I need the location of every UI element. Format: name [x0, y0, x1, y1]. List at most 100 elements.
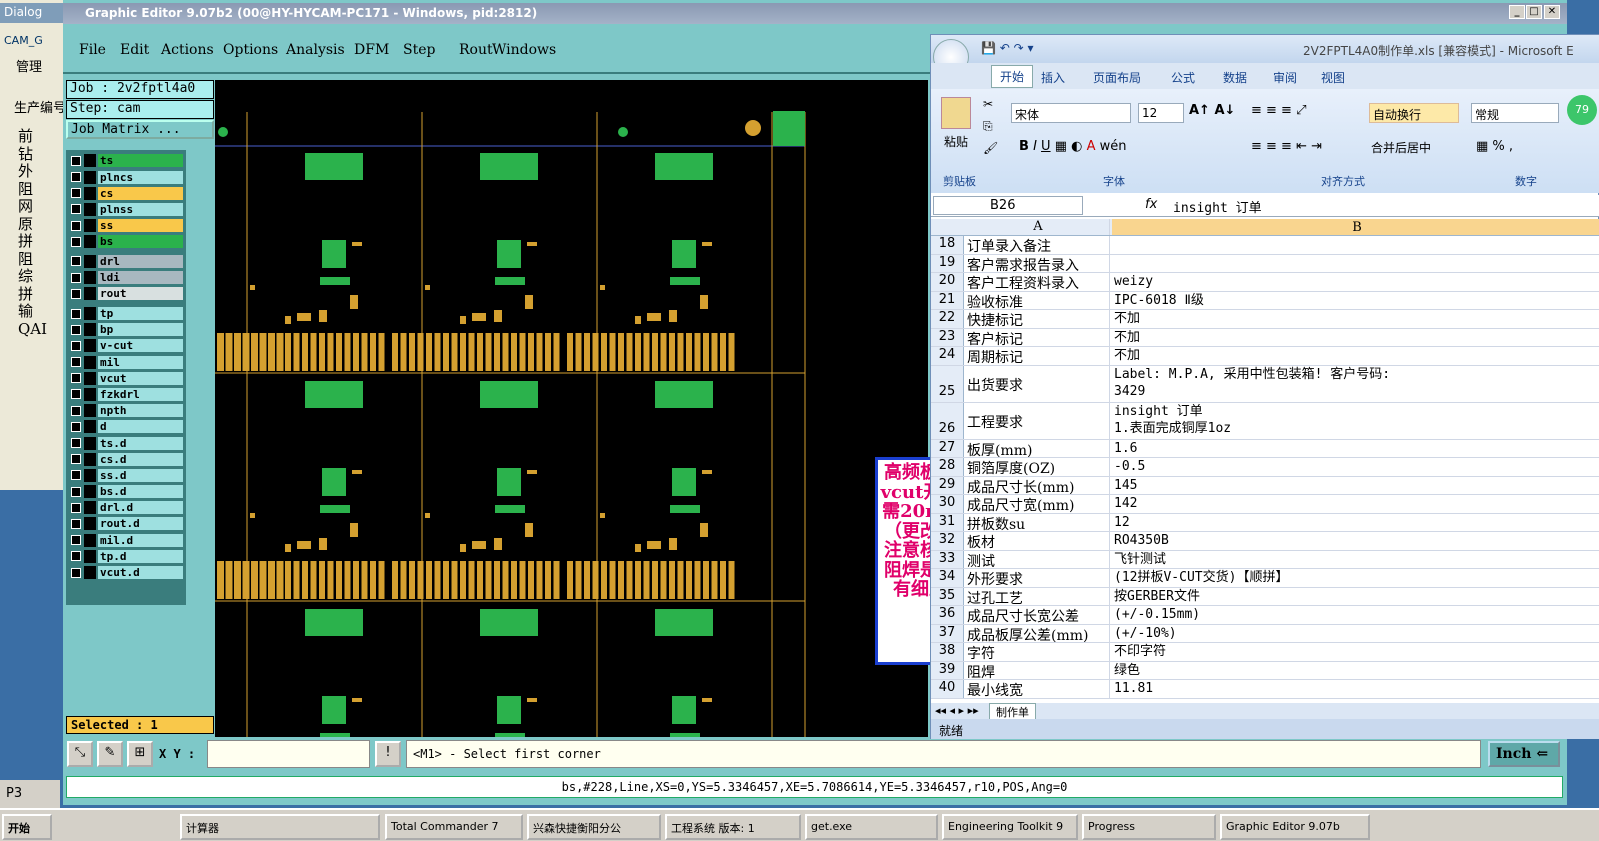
ribbon-tab[interactable]: 数据 — [1223, 69, 1247, 86]
row-number[interactable]: 22 — [931, 310, 964, 328]
cell-a[interactable]: 成品板厚公差(mm) — [966, 624, 1110, 642]
layer-checkbox[interactable] — [71, 518, 81, 529]
menu-rout[interactable]: Rout — [459, 42, 493, 58]
layer-row-ss.d[interactable]: ss.d — [69, 468, 183, 484]
layer-row-ss[interactable]: ss — [69, 218, 183, 234]
row-number[interactable]: 18 — [931, 236, 964, 254]
cell-a[interactable]: 成品尺寸长(mm) — [966, 476, 1110, 494]
layer-row-plncs[interactable]: plncs — [69, 169, 183, 185]
row-number[interactable]: 40 — [931, 680, 964, 698]
layer-row-bs.d[interactable]: bs.d — [69, 484, 183, 500]
sheet-row[interactable]: 23 客户标记 不加 — [931, 328, 1599, 347]
bg-tree-item[interactable]: 外 — [18, 162, 47, 181]
bg-tree-item[interactable]: 网 — [18, 197, 47, 216]
number-format-select[interactable]: 常规 — [1471, 103, 1559, 123]
cell-b[interactable] — [1112, 236, 1599, 254]
layer-checkbox[interactable] — [71, 236, 81, 247]
cut-icon[interactable]: ✂ — [983, 97, 993, 111]
layer-row-plnss[interactable]: plnss — [69, 202, 183, 218]
sheet-row[interactable]: 26 工程要求 insight 订单 1.表面完成铜厚1oz — [931, 402, 1599, 440]
layer-row-rout.d[interactable]: rout.d — [69, 516, 183, 532]
cell-b[interactable] — [1112, 255, 1599, 273]
row-number[interactable]: 20 — [931, 273, 964, 291]
taskbar-item[interactable]: 兴森快捷衡阳分公 — [527, 814, 661, 840]
taskbar-item[interactable]: Graphic Editor 9.07b — [1220, 814, 1370, 840]
wrap-text-button[interactable]: 自动换行 — [1369, 103, 1459, 123]
cell-a[interactable]: 过孔工艺 — [966, 587, 1110, 605]
cell-b[interactable]: 1.6 — [1112, 440, 1599, 458]
maximize-icon[interactable]: □ — [1526, 5, 1542, 19]
cell-a[interactable]: 周期标记 — [966, 347, 1110, 365]
fx-icon[interactable]: fx — [1145, 197, 1157, 212]
cell-a[interactable]: 客户标记 — [966, 328, 1110, 346]
row-number[interactable]: 39 — [931, 661, 964, 679]
layer-checkbox[interactable] — [71, 551, 81, 562]
layer-checkbox[interactable] — [71, 340, 81, 351]
ribbon-tab[interactable]: 插入 — [1041, 69, 1065, 86]
bg-tree-item[interactable]: 原 — [18, 215, 47, 234]
cell-a[interactable]: 测试 — [966, 550, 1110, 568]
taskbar-item[interactable]: Total Commander 7 — [385, 814, 523, 840]
row-number[interactable]: 24 — [931, 347, 964, 365]
sheet-row[interactable]: 20 客户工程资料录入 weizy — [931, 273, 1599, 292]
sheet-nav-icons[interactable]: ◂◂ ◂ ▸ ▸▸ — [935, 704, 979, 717]
cell-a[interactable]: 客户需求报告录入 — [966, 254, 1110, 272]
menu-edit[interactable]: Edit — [120, 42, 149, 58]
cell-b[interactable]: 不加 — [1112, 310, 1599, 328]
cell-b[interactable]: 不加 — [1112, 347, 1599, 365]
cell-b[interactable]: weizy — [1112, 273, 1599, 291]
layer-checkbox[interactable] — [71, 172, 81, 183]
cell-b[interactable]: 不加 — [1112, 329, 1599, 347]
menu-step[interactable]: Step — [403, 42, 435, 58]
cell-a[interactable]: 板材 — [966, 532, 1110, 550]
layer-checkbox[interactable] — [71, 567, 81, 578]
layer-checkbox[interactable] — [71, 421, 81, 432]
layer-checkbox[interactable] — [71, 288, 81, 299]
row-number[interactable]: 31 — [931, 513, 964, 531]
layer-checkbox[interactable] — [71, 454, 81, 465]
layer-row-ldi[interactable]: ldi — [69, 270, 183, 286]
layer-checkbox[interactable] — [71, 502, 81, 513]
column-header-a[interactable]: A — [966, 219, 1110, 235]
bg-tree-item[interactable]: 拼 — [18, 232, 47, 251]
font-size-select[interactable]: 12 — [1138, 103, 1184, 123]
layer-checkbox[interactable] — [71, 308, 81, 319]
grid-icon[interactable]: ⊞ — [127, 741, 153, 767]
row-number[interactable]: 37 — [931, 624, 964, 642]
bg-tree[interactable]: 前钻外阻网原拼阻综拼输 QAI — [18, 127, 47, 338]
cell-a[interactable]: 客户工程资料录入 — [966, 273, 1110, 291]
close-icon[interactable]: ✕ — [1544, 5, 1560, 19]
name-box[interactable]: B26 — [933, 196, 1083, 215]
cell-b[interactable]: 绿色 — [1112, 662, 1599, 680]
zoom-fit-icon[interactable]: ⤡ — [67, 741, 93, 767]
ribbon-tab[interactable]: 页面布局 — [1093, 69, 1141, 86]
sheet-row[interactable]: 35 过孔工艺 按GERBER文件 — [931, 587, 1599, 606]
menu-file[interactable]: File — [79, 42, 106, 58]
cell-a[interactable]: 阻焊 — [966, 661, 1110, 679]
row-number[interactable]: 33 — [931, 550, 964, 568]
layer-row-drl.d[interactable]: drl.d — [69, 500, 183, 516]
row-number[interactable]: 29 — [931, 476, 964, 494]
merge-center-button[interactable]: 合并后居中 — [1371, 139, 1431, 156]
cell-a[interactable]: 拼板数su — [966, 513, 1110, 531]
cell-a[interactable]: 铜箔厚度(OZ) — [966, 458, 1110, 476]
sheet-row[interactable]: 34 外形要求 (12拼板V-CUT交货)【顺拼】 — [931, 569, 1599, 588]
bg-p3-field[interactable]: P3 — [0, 780, 60, 808]
cell-b[interactable]: RO4350B — [1112, 532, 1599, 550]
layer-checkbox[interactable] — [71, 155, 81, 166]
cell-a[interactable]: 板厚(mm) — [966, 439, 1110, 457]
ribbon-tab[interactable]: 审阅 — [1273, 69, 1297, 86]
minimize-icon[interactable]: _ — [1509, 5, 1525, 19]
sheet-row[interactable]: 18 订单录入备注 — [931, 236, 1599, 255]
sheet-row[interactable]: 24 周期标记 不加 — [931, 347, 1599, 366]
copy-icon[interactable]: ⎘ — [983, 119, 993, 134]
sheet-row[interactable]: 19 客户需求报告录入 — [931, 254, 1599, 273]
bg-window-title[interactable]: Dialog — [0, 3, 66, 23]
cell-b[interactable]: 145 — [1112, 477, 1599, 495]
format-painter-icon[interactable]: 🖌 — [983, 141, 998, 155]
start-button[interactable]: 开始 — [2, 814, 52, 840]
paste-icon[interactable] — [941, 97, 971, 129]
layer-checkbox[interactable] — [71, 204, 81, 215]
font-name-select[interactable]: 宋体 — [1011, 103, 1131, 123]
layer-row-cs.d[interactable]: cs.d — [69, 451, 183, 467]
